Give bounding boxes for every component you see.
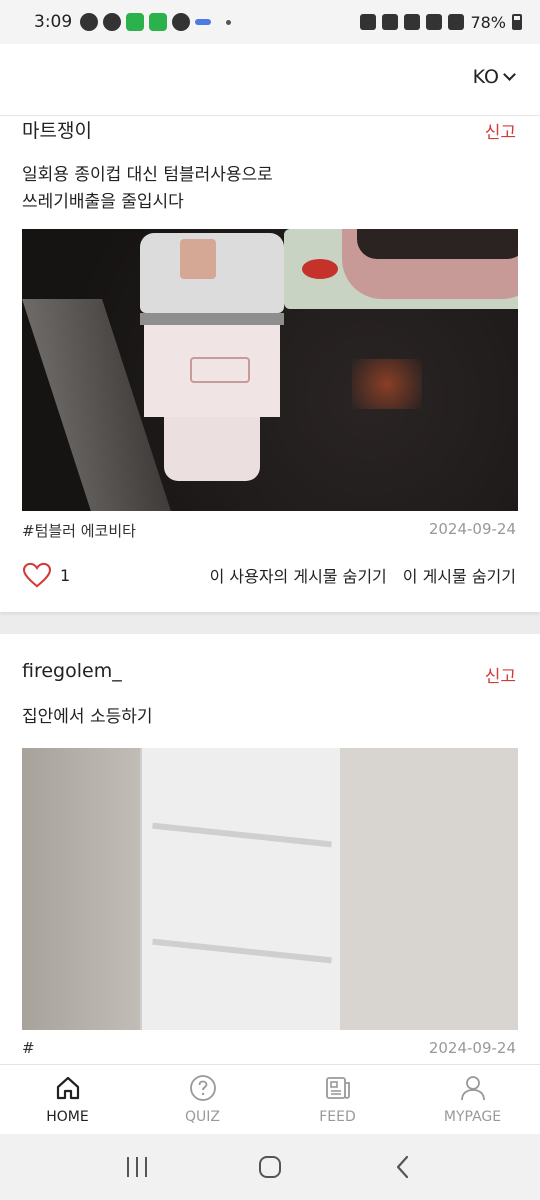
quiz-icon (189, 1075, 216, 1101)
feed-icon (325, 1077, 350, 1099)
talk-icon (80, 13, 99, 31)
post-text-line: 일회용 종이컵 대신 텀블러사용으로 (22, 165, 273, 185)
app-notification-icon (126, 13, 145, 31)
back-button[interactable] (383, 1147, 423, 1187)
report-button[interactable]: 신고 (485, 662, 516, 687)
status-time: 3:09 (34, 12, 73, 32)
nav-label: HOME (46, 1109, 89, 1125)
mute-icon (404, 14, 421, 30)
more-notifications-dot (226, 19, 232, 25)
nav-label: FEED (319, 1109, 356, 1125)
cup-icon (172, 13, 191, 31)
post-photo[interactable] (22, 229, 518, 511)
hide-post-button[interactable]: 이 게시물 숨기기 (403, 563, 516, 587)
signal-icon (448, 14, 465, 30)
recent-apps-icon (126, 1157, 147, 1177)
back-icon (397, 1155, 409, 1179)
like-count: 1 (60, 565, 71, 585)
photo-tumbler-base (164, 417, 260, 481)
photo-wall-right (340, 748, 518, 1030)
app-header: KO (0, 44, 540, 116)
battery-icon (512, 14, 522, 30)
app-notification-icon (149, 13, 168, 31)
feed-post: 마트쟁이 신고 일회용 종이컵 대신 텀블러사용으로 쓰레기배출을 줄입시다 #… (0, 116, 540, 612)
nav-label: QUIZ (185, 1109, 220, 1125)
post-text-line: 쓰레기배출을 줄입시다 (22, 192, 184, 212)
battery-percent: 78% (470, 12, 506, 32)
home-circle-icon (258, 1156, 281, 1178)
report-button[interactable]: 신고 (485, 118, 516, 143)
status-bar: 3:09 78% (0, 0, 540, 44)
post-date: 2024-09-24 (428, 1039, 516, 1057)
photo-tomato (302, 259, 338, 279)
photo-tumbler-straw (180, 239, 216, 279)
system-navigation-bar (0, 1134, 540, 1200)
app-badge-icon (195, 19, 212, 25)
alarm-icon (382, 14, 399, 30)
system-status: 78% (360, 13, 522, 32)
chevron-down-icon (503, 68, 516, 81)
photo-tumbler-ring (140, 313, 284, 325)
post-date: 2024-09-24 (428, 520, 516, 538)
post-author[interactable]: firegolem_ (22, 660, 122, 682)
feed-list[interactable]: 마트쟁이 신고 일회용 종이컵 대신 텀블러사용으로 쓰레기배출을 줄입시다 #… (0, 116, 540, 1064)
discord-icon (103, 13, 122, 31)
wifi-icon (426, 14, 443, 30)
photo-pot-top (357, 229, 518, 259)
nav-home[interactable]: HOME (0, 1065, 135, 1134)
mypage-icon (460, 1076, 485, 1101)
post-text: 일회용 종이컵 대신 텀블러사용으로 쓰레기배출을 줄입시다 (22, 162, 502, 216)
post-tag[interactable]: #텀블러 에코비타 (22, 520, 136, 541)
post-tag[interactable]: # (22, 1039, 35, 1057)
hide-user-posts-button[interactable]: 이 사용자의 게시물 숨기기 (210, 563, 387, 587)
post-text: 집안에서 소등하기 (22, 704, 502, 731)
notification-icons (80, 13, 232, 31)
heart-icon[interactable] (22, 562, 52, 588)
home-icon (56, 1076, 79, 1100)
bottom-navigation: HOME QUIZ FEED MYPAGE (0, 1064, 540, 1134)
post-author[interactable]: 마트쟁이 (22, 116, 92, 143)
home-button[interactable] (250, 1147, 290, 1187)
recent-apps-button[interactable] (117, 1147, 157, 1187)
language-label: KO (472, 66, 499, 88)
post-text-line: 집안에서 소등하기 (22, 707, 153, 727)
home-status-icon (360, 14, 377, 30)
post-photo[interactable] (22, 748, 518, 1030)
feed-post: firegolem_ 신고 집안에서 소등하기 # 2024-09-24 (0, 634, 540, 1064)
nav-feed[interactable]: FEED (270, 1065, 405, 1134)
nav-quiz[interactable]: QUIZ (135, 1065, 270, 1134)
photo-tumbler-logo (190, 357, 250, 383)
nav-mypage[interactable]: MYPAGE (405, 1065, 540, 1134)
photo-reflection (352, 359, 422, 409)
post-actions: 1 이 사용자의 게시물 숨기기 이 게시물 숨기기 (22, 562, 516, 588)
nav-label: MYPAGE (443, 1109, 502, 1125)
photo-cabinet (140, 748, 340, 1030)
language-selector[interactable]: KO (472, 66, 516, 88)
